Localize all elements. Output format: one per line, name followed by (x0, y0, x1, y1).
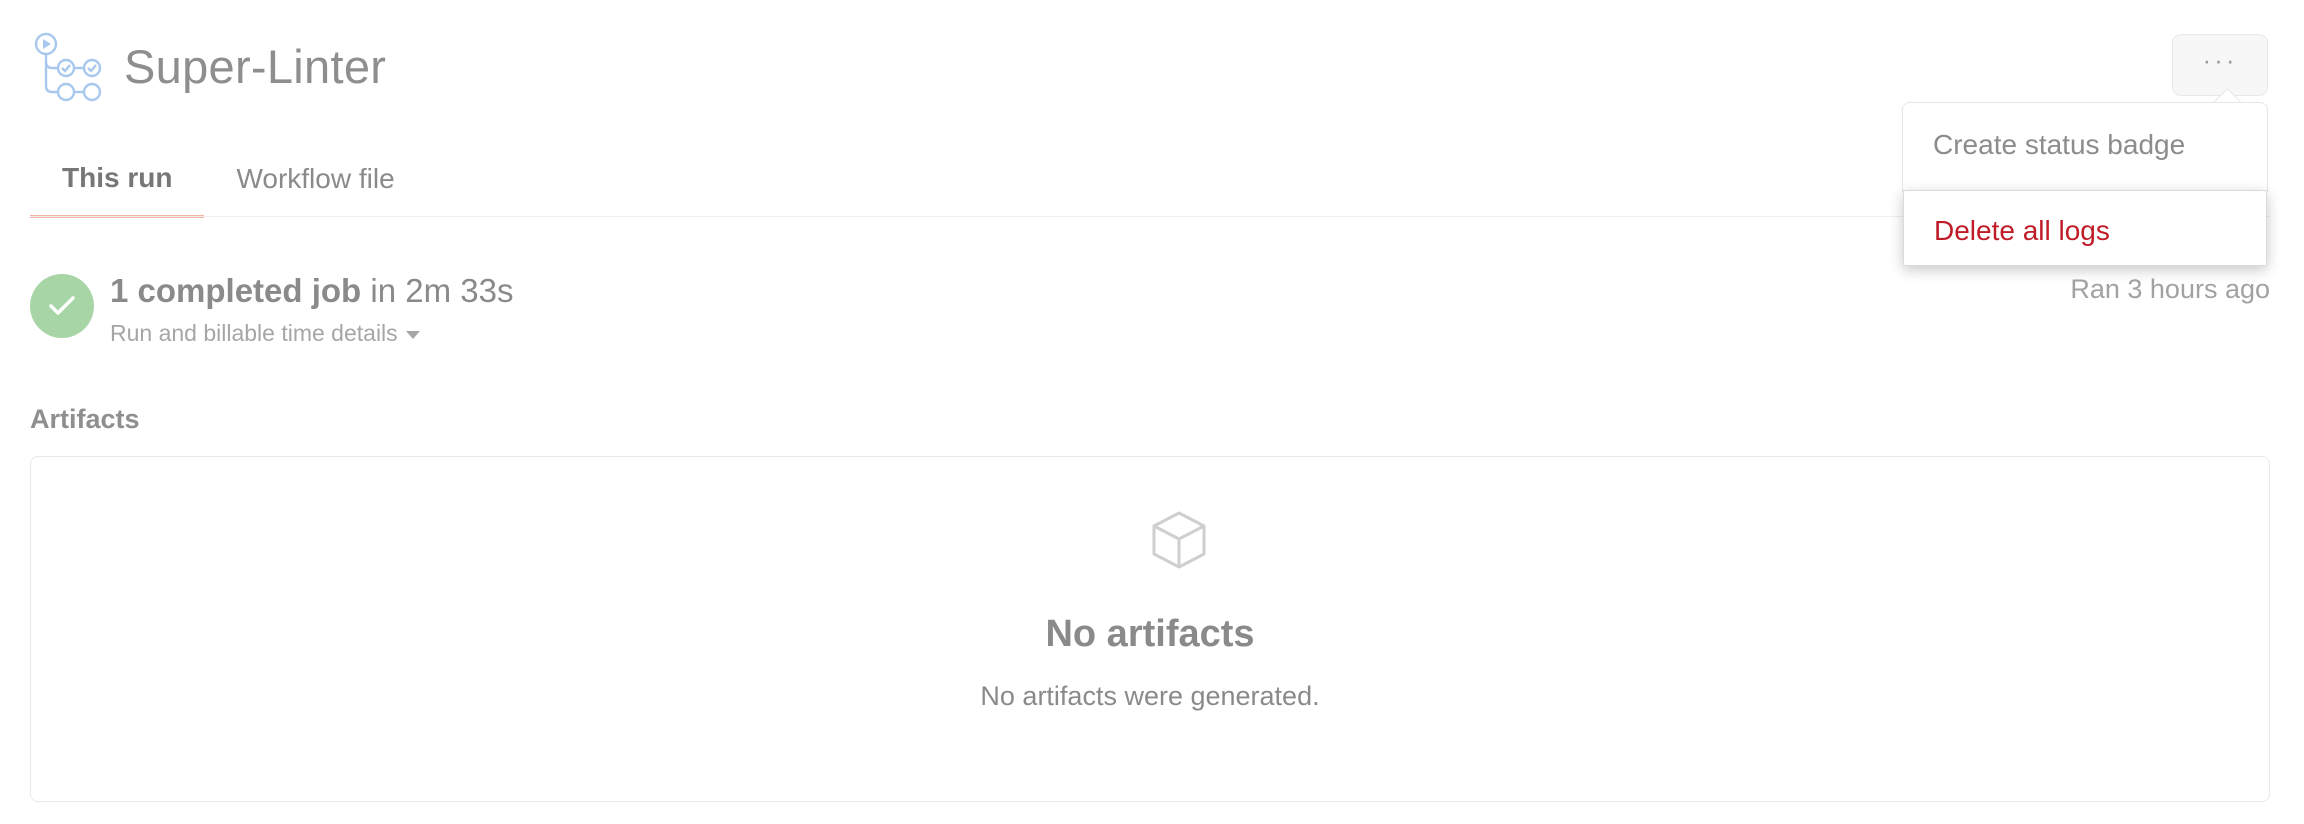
caret-down-icon (405, 330, 420, 339)
artifacts-heading: Artifacts (30, 404, 140, 434)
billable-details-toggle[interactable]: Run and billable time details (110, 320, 513, 347)
completed-jobs: 1 completed job (110, 272, 362, 309)
artifacts-panel: No artifacts No artifacts were generated… (30, 456, 2270, 802)
workflow-header: Super-Linter (30, 26, 386, 106)
success-status-icon (30, 274, 94, 338)
tab-this-run[interactable]: This run (30, 140, 205, 218)
billable-details-label: Run and billable time details (110, 320, 398, 346)
delete-all-logs-label: Delete all logs (1934, 215, 2110, 246)
package-icon (1152, 511, 1206, 569)
create-status-badge-item[interactable]: Create status badge (1933, 129, 2185, 161)
actions-dropdown: Create status badge (1902, 102, 2268, 192)
run-timestamp: Ran 3 hours ago (2070, 274, 2270, 304)
page-title: Super-Linter (124, 39, 387, 93)
run-tabs: This run Workflow file (30, 140, 427, 218)
tab-workflow-file[interactable]: Workflow file (204, 140, 426, 218)
run-summary: 1 completed job in 2m 33s Run and billab… (30, 274, 513, 347)
tab-label: Workflow file (236, 163, 395, 194)
empty-state-title: No artifacts (1045, 613, 1255, 655)
tab-label: This run (62, 161, 173, 193)
kebab-icon: ··· (2202, 45, 2238, 75)
run-duration: in 2m 33s (370, 272, 514, 309)
more-actions-button[interactable]: ··· (2172, 34, 2268, 96)
delete-all-logs-item[interactable]: Delete all logs (1903, 190, 2267, 266)
check-icon (49, 296, 75, 315)
workflow-icon (34, 32, 102, 102)
empty-state-description: No artifacts were generated. (980, 681, 1320, 711)
job-summary-line: 1 completed job in 2m 33s (110, 274, 513, 308)
